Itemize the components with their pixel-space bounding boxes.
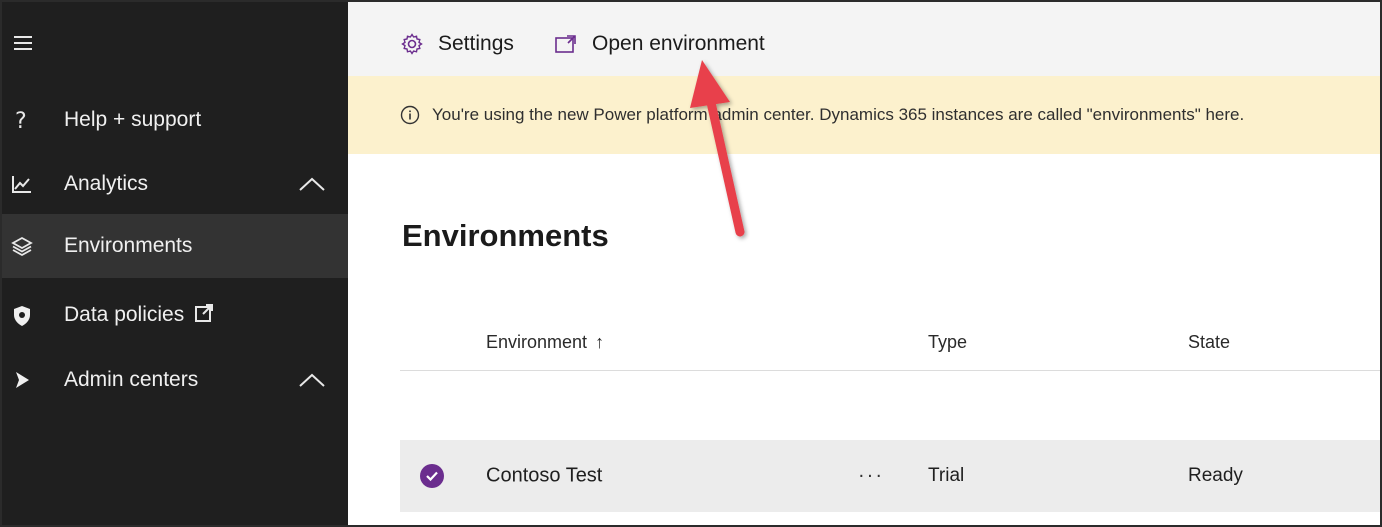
settings-label: Settings — [438, 32, 514, 55]
open-external-icon — [554, 32, 578, 56]
info-banner: You're using the new Power platform admi… — [348, 76, 1380, 154]
column-header-environment[interactable]: Environment ↑ — [486, 332, 604, 353]
column-header-label: Environment — [486, 332, 588, 352]
nav-item-label: Data policies — [64, 303, 214, 329]
help-icon: ? — [10, 108, 34, 132]
shield-icon — [10, 304, 34, 328]
environment-type: Trial — [928, 465, 965, 486]
divider — [400, 370, 1380, 371]
page-title: Environments — [402, 218, 609, 253]
chevron-up-icon[interactable] — [298, 175, 326, 193]
nav-item-label: Environments — [64, 234, 193, 257]
open-environment-button[interactable]: Open environment — [554, 28, 765, 60]
checkmark-icon[interactable] — [420, 464, 444, 488]
nav-item-data-policies[interactable]: Data policies — [2, 284, 348, 348]
external-link-icon — [194, 303, 214, 329]
nav-item-admin-centers[interactable]: Admin centers — [2, 348, 348, 412]
column-header-state[interactable]: State — [1188, 332, 1230, 353]
nav-item-analytics[interactable]: Analytics — [2, 152, 348, 216]
nav-item-environments[interactable]: Environments — [2, 214, 348, 278]
sort-ascending-icon: ↑ — [595, 332, 605, 352]
banner-text: You're using the new Power platform admi… — [432, 105, 1245, 124]
app-window: ? Help + support Analytics Environments … — [0, 0, 1382, 527]
open-environment-label: Open environment — [592, 32, 765, 55]
nav-item-label: Help + support — [64, 108, 202, 131]
nav-item-label: Analytics — [64, 172, 149, 195]
main-content: Settings Open environment You're using t… — [348, 2, 1380, 525]
column-header-type[interactable]: Type — [928, 332, 967, 353]
environment-name[interactable]: Contoso Test — [486, 465, 602, 488]
gear-icon — [400, 32, 424, 56]
table-row[interactable]: Contoso Test ··· Trial Ready — [400, 440, 1380, 512]
chevron-up-icon[interactable] — [298, 371, 326, 389]
analytics-chart-icon — [10, 172, 34, 196]
nav-item-label: Admin centers — [64, 368, 199, 391]
nav-item-help-support[interactable]: ? Help + support — [2, 88, 348, 152]
svg-text:?: ? — [15, 109, 27, 132]
command-bar: Settings Open environment — [348, 2, 1380, 76]
layers-icon — [10, 234, 34, 258]
left-nav: ? Help + support Analytics Environments … — [2, 2, 348, 525]
settings-button[interactable]: Settings — [400, 28, 514, 60]
more-options-button[interactable]: ··· — [858, 465, 884, 488]
dynamics-icon — [10, 368, 34, 392]
hamburger-menu-icon[interactable] — [14, 36, 32, 50]
info-icon — [400, 105, 420, 125]
environment-state: Ready — [1188, 465, 1243, 486]
